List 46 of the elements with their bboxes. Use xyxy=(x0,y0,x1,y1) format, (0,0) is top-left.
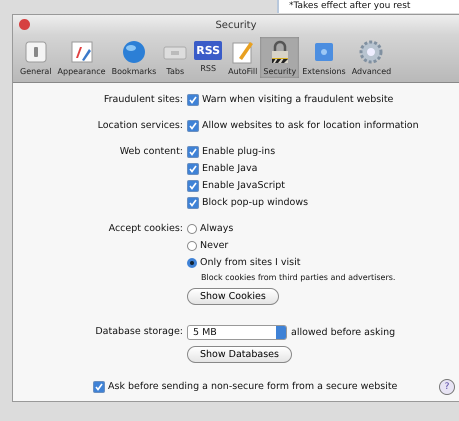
toolbar-tab[interactable]: AutoFill xyxy=(225,37,260,78)
radio-option[interactable]: Always xyxy=(187,222,396,236)
globe-icon xyxy=(120,39,147,65)
checkbox-option[interactable]: Ask before sending a non-secure form from a secure website xyxy=(93,380,398,394)
show-databases-button[interactable]: Show Databases xyxy=(187,346,292,363)
toolbar-tab[interactable]: Security xyxy=(260,37,300,78)
toolbar-tab[interactable]: General xyxy=(17,37,55,78)
setting-label: Web content: xyxy=(118,145,184,159)
setting-label: Location services: xyxy=(96,119,184,133)
checkbox-option[interactable]: Warn when visiting a fraudulent website xyxy=(187,93,394,107)
toolbar-tab[interactable]: Extensions xyxy=(299,37,349,78)
checkmark-icon xyxy=(95,383,103,391)
radio-option[interactable]: Never xyxy=(187,239,396,253)
setting-label: Fraudulent sites: xyxy=(102,93,184,107)
window-title: Security xyxy=(215,20,257,30)
switch-icon xyxy=(22,39,49,65)
radio-option[interactable]: Only from sites I visit xyxy=(187,256,396,270)
storage-dropdown[interactable]: 5 MB xyxy=(187,325,287,340)
cookie-hint: Block cookies from third parties and advertisers. xyxy=(201,273,396,282)
toolbar-tab[interactable]: Appearance xyxy=(54,37,109,78)
toolbar-tab[interactable]: Bookmarks xyxy=(108,37,160,78)
restart-note: *Takes effect after you rest xyxy=(288,0,412,12)
storage-suffix: allowed before asking xyxy=(291,327,396,338)
setting-label: Database storage: xyxy=(94,325,184,339)
checkbox-option[interactable]: Block pop-up windows xyxy=(187,196,308,210)
checkmark-icon xyxy=(189,122,197,130)
gear-icon xyxy=(358,39,384,65)
checkmark-icon xyxy=(189,199,197,207)
pencil-icon xyxy=(230,39,256,65)
checkmark-icon xyxy=(189,182,197,190)
show-cookies-button[interactable]: Show Cookies xyxy=(187,288,279,305)
toolbar-tab[interactable]: Tabs xyxy=(159,37,192,78)
toolbar-tab[interactable]: Advanced xyxy=(348,37,394,78)
checkbox-option[interactable]: Enable Java xyxy=(187,162,308,176)
lock-icon xyxy=(270,40,289,64)
checkbox-option[interactable]: Enable JavaScript xyxy=(187,179,308,193)
checkmark-icon xyxy=(189,96,197,104)
checkbox-option[interactable]: Enable plug-ins xyxy=(187,145,308,159)
checkmark-icon xyxy=(189,165,197,173)
checkmark-icon xyxy=(189,148,197,156)
close-button[interactable] xyxy=(19,19,30,30)
help-button[interactable]: ? xyxy=(439,379,455,395)
rss-icon: RSS xyxy=(194,41,222,60)
checkbox-option[interactable]: Allow websites to ask for location information xyxy=(187,119,419,133)
setting-label: Accept cookies: xyxy=(108,222,184,236)
toolbar-tab[interactable]: RSS RSS xyxy=(191,37,226,78)
